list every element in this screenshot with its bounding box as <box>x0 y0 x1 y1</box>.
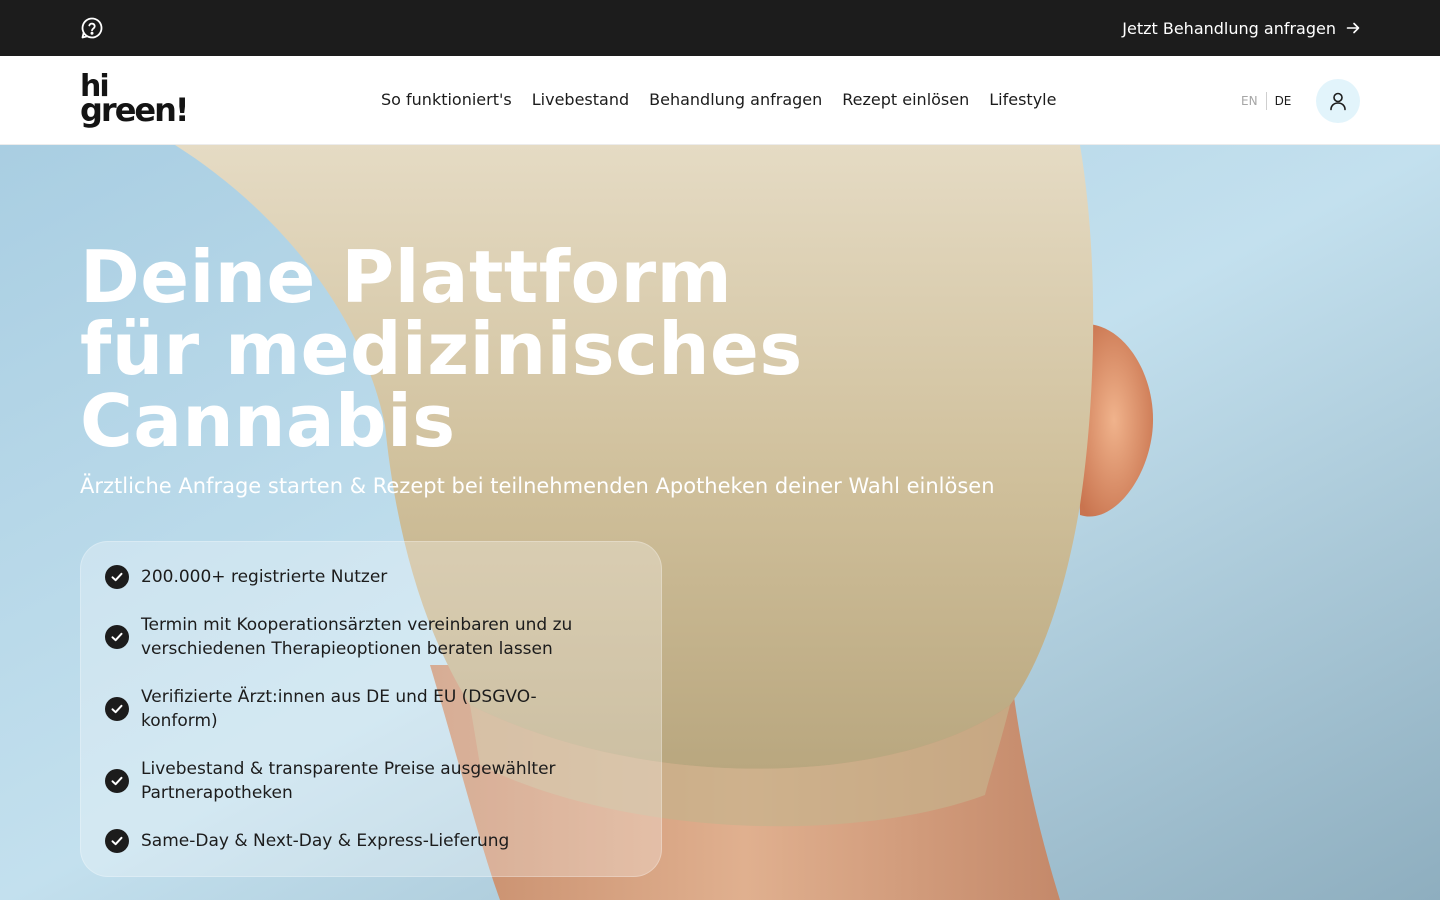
feature-text-appointment: Termin mit Kooperationsärzten vereinbare… <box>141 615 573 659</box>
features-card: 200.000+ registrierte Nutzer Termin mit … <box>80 541 662 877</box>
hero-title-line-3: Cannabis <box>80 379 456 463</box>
request-treatment-link[interactable]: Jetzt Behandlung anfragen <box>1122 17 1360 39</box>
nav-request-treatment[interactable]: Behandlung anfragen <box>649 90 822 109</box>
check-circle-icon <box>105 697 129 721</box>
hero-section: Deine Plattform für medizinisches Cannab… <box>0 145 1440 900</box>
top-bar: Jetzt Behandlung anfragen <box>0 0 1440 56</box>
language-option-de[interactable]: DE <box>1267 94 1292 108</box>
main-nav: So funktioniert's Livebestand Behandlung… <box>381 90 1056 109</box>
nav-redeem-prescription[interactable]: Rezept einlösen <box>842 90 969 109</box>
feature-text-live-stock: Livebestand & transparente Preise ausgew… <box>141 759 556 803</box>
higreen-logo[interactable]: hi green! <box>80 72 194 130</box>
feature-item-appointment: Termin mit Kooperationsärzten vereinbare… <box>105 613 611 661</box>
feature-item-verified-doctors: Verifizierte Ärzt:innen aus DE und EU (D… <box>105 685 611 733</box>
hero-subtitle: Ärztliche Anfrage starten & Rezept bei t… <box>80 474 995 498</box>
language-switcher: EN DE <box>1241 92 1291 110</box>
check-circle-icon <box>105 625 129 649</box>
feature-item-delivery: Same-Day & Next-Day & Express-Lieferung <box>105 829 611 853</box>
language-option-en[interactable]: EN <box>1241 94 1266 108</box>
feature-item-live-stock: Livebestand & transparente Preise ausgew… <box>105 757 611 805</box>
question-bubble-icon[interactable] <box>80 16 104 40</box>
hero-title: Deine Plattform für medizinisches Cannab… <box>80 241 880 457</box>
check-circle-icon <box>105 769 129 793</box>
account-button[interactable] <box>1316 79 1360 123</box>
logo-line-2: green! <box>80 91 189 129</box>
user-icon <box>1330 92 1346 111</box>
nav-live-stock[interactable]: Livebestand <box>532 90 629 109</box>
check-circle-icon <box>105 829 129 853</box>
main-header: hi green! So funktioniert's Livebestand … <box>0 56 1440 145</box>
feature-text-verified-doctors: Verifizierte Ärzt:innen aus DE und EU (D… <box>141 687 537 731</box>
arrow-right-icon <box>1346 22 1360 34</box>
nav-lifestyle[interactable]: Lifestyle <box>989 90 1056 109</box>
feature-item-users: 200.000+ registrierte Nutzer <box>105 565 611 589</box>
hero-title-line-1: Deine Plattform <box>80 235 733 319</box>
request-treatment-label: Jetzt Behandlung anfragen <box>1122 18 1336 38</box>
feature-text-delivery: Same-Day & Next-Day & Express-Lieferung <box>141 831 510 851</box>
feature-text-users: 200.000+ registrierte Nutzer <box>141 567 388 587</box>
check-circle-icon <box>105 565 129 589</box>
hero-title-line-2: für medizinisches <box>80 307 803 391</box>
nav-how-it-works[interactable]: So funktioniert's <box>381 90 512 109</box>
